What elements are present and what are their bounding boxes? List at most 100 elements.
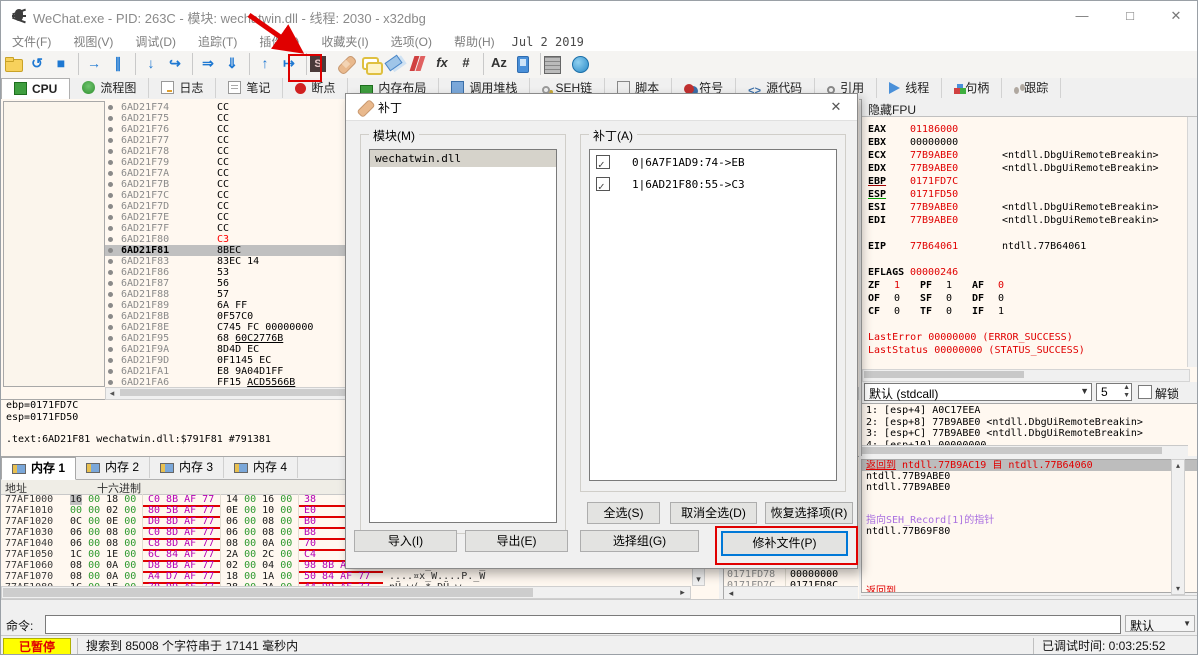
- arg-count-stepper[interactable]: 5 ▲ ▼: [1096, 383, 1132, 401]
- register-row[interactable]: ESP 0171FD50: [868, 188, 1188, 201]
- patch-list-item[interactable]: 1|6AD21F80:55->C3: [590, 172, 836, 198]
- breakpoint-dot-icon[interactable]: [108, 215, 113, 220]
- breakpoint-dot-icon[interactable]: [108, 336, 113, 341]
- dump-tab[interactable]: 内存 3: [150, 457, 225, 478]
- toolbar-icon[interactable]: [359, 53, 383, 75]
- call-argument-row[interactable]: 3: [esp+C] 77B9ABE0 <ntdll.DbgUiRemoteBr…: [866, 428, 1197, 440]
- toolbar-icon[interactable]: [569, 53, 591, 75]
- dialog-title-bar[interactable]: 补丁 ✕: [346, 94, 857, 121]
- select-group-button[interactable]: 选择组(G): [580, 530, 699, 552]
- breakpoint-dot-icon[interactable]: [108, 149, 113, 154]
- breakpoint-dot-icon[interactable]: [108, 281, 113, 286]
- register-row[interactable]: ESI 77B9ABE0 <ntdll.DbgUiRemoteBreakin>: [868, 201, 1188, 214]
- breakpoint-dot-icon[interactable]: [108, 248, 113, 253]
- toolbar-icon[interactable]: #: [455, 53, 477, 75]
- breakpoint-dot-icon[interactable]: [108, 226, 113, 231]
- modules-list[interactable]: wechatwin.dll: [369, 149, 557, 523]
- registers-pane[interactable]: 隐藏FPU EAX 01186000 EBX 00000000 ECX 77B9ABE…: [861, 99, 1197, 456]
- registers-vscrollbar[interactable]: [1187, 117, 1197, 367]
- status-register-row[interactable]: LastStatus 00000000 (STATUS_SUCCESS): [868, 344, 1188, 357]
- module-list-item[interactable]: wechatwin.dll: [370, 150, 556, 167]
- register-row[interactable]: EIP 77B64061 ntdll.77B64061: [868, 240, 1188, 253]
- select-all-button[interactable]: 全选(S): [587, 502, 660, 524]
- breakpoint-dot-icon[interactable]: [108, 347, 113, 352]
- breakpoint-dot-icon[interactable]: [108, 193, 113, 198]
- export-button[interactable]: 导出(E): [465, 530, 568, 552]
- import-button[interactable]: 导入(I): [354, 530, 457, 552]
- toolbar-icon[interactable]: [383, 53, 405, 75]
- dump-tab[interactable]: 内存 4: [224, 457, 299, 478]
- minimize-button[interactable]: —: [1067, 7, 1097, 25]
- view-tab[interactable]: CPU: [1, 78, 71, 101]
- patch-checkbox[interactable]: [596, 176, 610, 198]
- toolbar-icon[interactable]: Az: [483, 53, 510, 75]
- view-tab[interactable]: 笔记: [216, 78, 284, 98]
- toolbar-icon[interactable]: [2, 53, 24, 75]
- view-tab[interactable]: 跟踪: [1002, 78, 1062, 98]
- patch-file-button[interactable]: 修补文件(P): [721, 531, 848, 556]
- view-tab[interactable]: 流程图: [70, 78, 150, 98]
- view-tab[interactable]: 线程: [877, 78, 943, 98]
- restore-selection-button[interactable]: 恢复选择项(R): [765, 502, 853, 524]
- deselect-all-button[interactable]: 取消全选(D): [670, 502, 757, 524]
- register-row[interactable]: EAX 01186000: [868, 123, 1188, 136]
- toolbar-icon[interactable]: ↑: [249, 53, 276, 75]
- arguments-hscrollbar[interactable]: [862, 445, 1188, 456]
- toolbar-icon[interactable]: [335, 53, 357, 75]
- breakpoint-dot-icon[interactable]: [108, 270, 113, 275]
- title-bar[interactable]: WeChat.exe - PID: 263C - 模块: wechatwin.d…: [1, 1, 1197, 29]
- close-button[interactable]: ✕: [1161, 7, 1191, 25]
- register-row[interactable]: EDI 77B9ABE0 <ntdll.DbgUiRemoteBreakin>: [868, 214, 1188, 227]
- call-argument-row[interactable]: 2: [esp+8] 77B9ABE0 <ntdll.DbgUiRemoteBr…: [866, 417, 1197, 429]
- breakpoint-dot-icon[interactable]: [108, 105, 113, 110]
- return-to-row[interactable]: 返回到 ntdll.77B9AC19 自 ntdll.77B64060: [862, 460, 1197, 471]
- dump-tab[interactable]: 内存 2: [76, 457, 151, 478]
- breakpoint-dot-icon[interactable]: [108, 292, 113, 297]
- breakpoint-dot-icon[interactable]: [108, 138, 113, 143]
- breakpoint-dot-icon[interactable]: [108, 182, 113, 187]
- dump-row[interactable]: 77AF1070 08 00 0A 00 A4 D7 AF 77 18 00 1A 0…: [1, 571, 719, 584]
- stack-hscrollbar[interactable]: ◂: [724, 586, 858, 600]
- dump-hscrollbar[interactable]: ▸: [1, 586, 691, 599]
- register-row[interactable]: [868, 227, 1188, 240]
- register-row[interactable]: EBP 0171FD7C: [868, 175, 1188, 188]
- dialog-close-button[interactable]: ✕: [823, 97, 849, 117]
- toolbar-icon[interactable]: [407, 53, 429, 75]
- call-argument-row[interactable]: 1: [esp+4] A0C17EEA: [866, 405, 1197, 417]
- register-row[interactable]: EFLAGS 00000246: [868, 266, 1188, 279]
- calling-convention-select[interactable]: 默认 (stdcall) ▼: [864, 383, 1092, 401]
- flags-row[interactable]: ZF 1 PF 1 AF 0: [868, 279, 1188, 292]
- register-row[interactable]: EBX 00000000: [868, 136, 1188, 149]
- breakpoint-dot-icon[interactable]: [108, 259, 113, 264]
- register-row[interactable]: [868, 253, 1188, 266]
- breakpoint-dot-icon[interactable]: [108, 171, 113, 176]
- breakpoint-dot-icon[interactable]: [108, 116, 113, 121]
- breakpoint-dot-icon[interactable]: [108, 204, 113, 209]
- maximize-button[interactable]: □: [1115, 7, 1145, 25]
- breakpoint-dot-icon[interactable]: [108, 160, 113, 165]
- stack-info-pane[interactable]: 返回到 ntdll.77B9AC19 自 ntdll.77B64060 ntdl…: [861, 459, 1197, 593]
- breakpoint-dot-icon[interactable]: [108, 369, 113, 374]
- toolbar-icon[interactable]: →: [78, 53, 105, 75]
- toolbar-icon[interactable]: ↪: [164, 53, 186, 75]
- status-register-row[interactable]: [868, 318, 1188, 331]
- command-input[interactable]: [45, 615, 1121, 634]
- command-profile-select[interactable]: 默认 ▼: [1125, 615, 1195, 633]
- toolbar-icon[interactable]: ⇒: [192, 53, 219, 75]
- dump-tab[interactable]: 内存 1: [1, 457, 77, 480]
- toolbar-icon[interactable]: fx: [431, 53, 453, 75]
- patch-checkbox[interactable]: [596, 154, 610, 176]
- toolbar-icon[interactable]: ■: [50, 53, 72, 75]
- registers-hscrollbar[interactable]: [862, 369, 1190, 382]
- breakpoint-dot-icon[interactable]: [108, 314, 113, 319]
- view-tab[interactable]: 日志: [149, 78, 217, 98]
- unlock-checkbox[interactable]: [1138, 385, 1152, 399]
- flags-row[interactable]: CF 0 TF 0 IF 1: [868, 305, 1188, 318]
- toolbar-icon[interactable]: ↺: [26, 53, 48, 75]
- breakpoint-dot-icon[interactable]: [108, 237, 113, 242]
- register-row[interactable]: ECX 77B9ABE0 <ntdll.DbgUiRemoteBreakin>: [868, 149, 1188, 162]
- toolbar-icon[interactable]: ∥: [107, 53, 129, 75]
- stack-row[interactable]: 0171FD78 00000000: [724, 569, 838, 580]
- toolbar-icon[interactable]: [540, 53, 567, 75]
- breakpoint-dot-icon[interactable]: [108, 358, 113, 363]
